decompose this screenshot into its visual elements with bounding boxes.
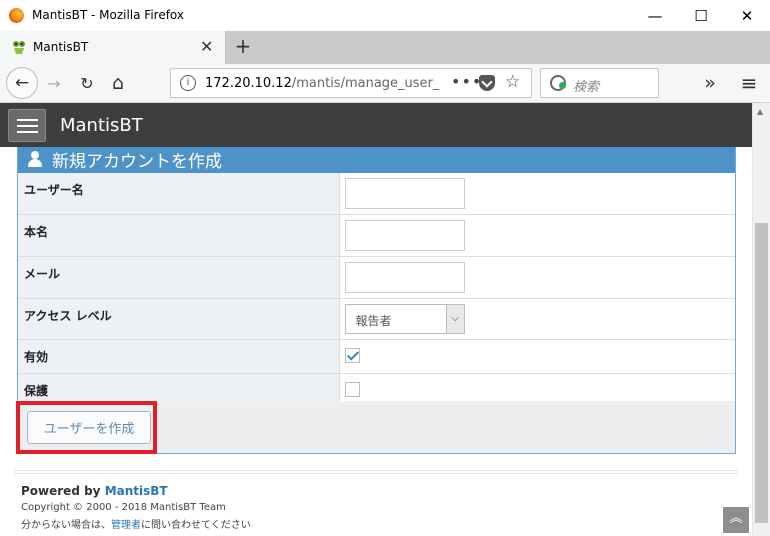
contact-text: 分からない場合は、管理者に問い合わせてください [21,516,251,531]
scroll-up-icon[interactable]: ▲ [757,107,763,116]
user-icon [28,151,42,167]
account-form: ユーザー名 本名 メール アクセス レベル 報告者 ⌵ 有効 保護 [18,173,735,408]
menu-line-icon [17,125,38,127]
admin-link[interactable]: 管理者 [111,520,141,531]
powered-prefix: Powered by [21,484,105,498]
hamburger-menu-icon[interactable]: ≡ [737,71,761,95]
tab-bar: MantisBT ✕ + [0,31,770,64]
close-window-button[interactable]: ✕ [724,0,770,31]
bookmark-star-icon[interactable]: ☆ [505,72,520,92]
reload-button[interactable]: ↻ [75,71,99,95]
chevron-down-icon[interactable]: ⌵ [445,305,464,333]
minimize-button[interactable]: — [632,0,678,31]
page-content: 新規アカウントを作成 ユーザー名 本名 メール アクセス レベル 報告者 ⌵ 有… [0,147,752,536]
overflow-menu-icon[interactable]: » [698,71,722,95]
form-row-access-level: アクセス レベル 報告者 ⌵ [18,298,735,340]
panel-header: 新規アカウントを作成 [18,147,735,173]
url-text[interactable]: 172.20.10.12/mantis/manage_user_ [205,76,439,91]
search-input[interactable]: 検索 [540,68,659,98]
pocket-icon[interactable] [479,75,495,91]
site-info-icon[interactable]: i [180,75,196,91]
firefox-icon [9,8,24,23]
field-label: ユーザー名 [18,173,340,215]
search-engine-icon [550,75,566,91]
highlight-annotation [16,401,157,454]
form-row-username: ユーザー名 [18,173,735,215]
scrollbar-thumb[interactable] [755,223,768,523]
page-footer: Powered by MantisBT Copyright © 2000 - 2… [21,484,251,531]
contact-prefix: 分からない場合は、 [21,520,111,531]
mantisbt-link[interactable]: MantisBT [105,484,168,498]
tab-mantisbt[interactable]: MantisBT ✕ [0,31,226,64]
tab-label: MantisBT [33,40,89,54]
app-brand[interactable]: MantisBT [60,115,143,136]
form-row-realname: 本名 [18,214,735,257]
field-label: アクセス レベル [18,298,340,340]
scroll-to-top-button[interactable]: ︽ [723,507,749,533]
close-tab-icon[interactable]: ✕ [200,37,213,56]
field-label: 本名 [18,214,340,257]
title-bar: MantisBT - Mozilla Firefox — ☐ ✕ [0,0,770,31]
maximize-button[interactable]: ☐ [678,0,724,31]
sidebar-toggle-button[interactable] [8,109,46,142]
realname-input[interactable] [344,220,465,251]
menu-line-icon [17,131,38,133]
contact-suffix: に問い合わせてください [141,520,251,531]
powered-by: Powered by MantisBT [21,484,251,498]
new-tab-button[interactable]: + [231,34,255,60]
mantis-favicon-icon [13,41,25,54]
url-host: 172.20.10.12 [205,76,292,91]
page-scrollbar[interactable]: ▲ [752,103,770,536]
forward-button[interactable]: → [42,71,66,95]
home-button[interactable]: ⌂ [106,71,130,95]
field-label: 有効 [18,339,340,374]
form-row-enabled: 有効 [18,339,735,374]
url-path: /mantis/manage_user_ [291,76,440,91]
email-input[interactable] [344,262,465,293]
access-level-select[interactable]: 報告者 ⌵ [344,304,465,334]
back-button[interactable]: ← [6,67,38,99]
window-title: MantisBT - Mozilla Firefox [32,8,185,22]
copyright-text: Copyright © 2000 - 2018 MantisBT Team [21,502,226,513]
page-actions-icon[interactable]: ••• [451,72,482,91]
form-row-email: メール [18,256,735,299]
footer-divider [14,470,738,474]
app-navbar: MantisBT [0,103,752,147]
enabled-checkbox[interactable] [344,348,360,363]
panel-title: 新規アカウントを作成 [52,152,222,172]
menu-line-icon [17,119,38,121]
access-level-value: 報告者 [355,314,392,328]
protected-checkbox[interactable] [344,382,360,397]
browser-window: MantisBT - Mozilla Firefox — ☐ ✕ MantisB… [0,0,770,536]
field-label: メール [18,256,340,299]
navigation-toolbar: ← → ↻ ⌂ i 172.20.10.12/mantis/manage_use… [0,64,770,103]
search-placeholder: 検索 [573,80,600,95]
url-bar[interactable]: i 172.20.10.12/mantis/manage_user_ ••• ☆ [170,68,532,98]
username-input[interactable] [344,178,465,209]
